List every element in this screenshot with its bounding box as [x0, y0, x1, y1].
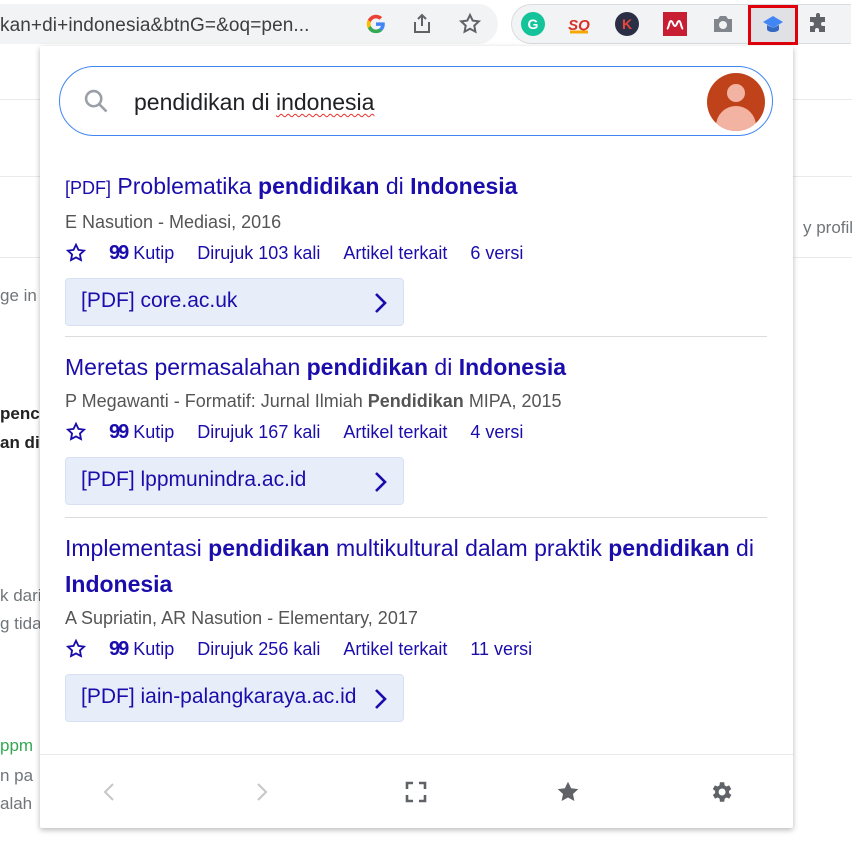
cite-button[interactable]: 99 Kutip [109, 638, 174, 661]
pdf-link-label: [PDF] lppmunindra.ac.id [81, 468, 307, 491]
bg-fragment: k dari [0, 586, 42, 605]
bookmark-star-icon[interactable] [458, 12, 482, 36]
cite-button[interactable]: 99 Kutip [109, 421, 174, 444]
result-divider [65, 517, 767, 518]
related-articles-link[interactable]: Artikel terkait [343, 639, 447, 660]
result-title[interactable]: Implementasi pendidikan multikultural da… [65, 530, 767, 602]
pdf-link-button[interactable]: [PDF] iain-palangkaraya.ac.id [65, 674, 404, 722]
cite-button[interactable]: 99 Kutip [109, 242, 174, 265]
save-star-icon[interactable] [65, 638, 87, 660]
bg-fragment: an di [0, 433, 40, 452]
pdf-link-label: [PDF] core.ac.uk [81, 289, 238, 312]
search-icon[interactable] [82, 87, 110, 120]
starred-icon[interactable] [553, 777, 583, 807]
k-icon[interactable]: K [614, 11, 640, 37]
related-articles-link[interactable]: Artikel terkait [343, 243, 447, 264]
scholar-cap-icon[interactable] [760, 11, 786, 37]
versions-link[interactable]: 4 versi [470, 422, 523, 443]
result-meta: E Nasution - Mediasi, 2016 [65, 212, 282, 232]
result-title[interactable]: [PDF] Problematika pendidikan di Indones… [65, 168, 767, 206]
settings-icon[interactable] [706, 777, 736, 807]
versions-link[interactable]: 11 versi [470, 639, 532, 660]
cited-by-link[interactable]: Dirujuk 103 kali [197, 243, 320, 264]
sq-icon[interactable]: SQ [566, 11, 592, 37]
result-meta: A Supriatin, AR Nasution - Elementary, 2… [65, 608, 418, 628]
bg-fragment: ppm [0, 736, 34, 755]
prev-icon[interactable] [94, 777, 124, 807]
versions-link[interactable]: 6 versi [470, 243, 523, 264]
chevron-right-icon [371, 687, 389, 716]
svg-text:K: K [622, 16, 632, 32]
chevron-right-icon [371, 470, 389, 499]
bg-fragment: y profile [803, 218, 852, 237]
cited-by-link[interactable]: Dirujuk 167 kali [197, 422, 320, 443]
bg-fragment: n pa [0, 766, 34, 785]
result-item: [PDF] Problematika pendidikan di Indones… [65, 168, 767, 326]
popup-footer [40, 754, 793, 828]
quote-icon: 99 [109, 420, 129, 443]
puzzle-icon[interactable] [806, 11, 832, 37]
result-item: Implementasi pendidikan multikultural da… [65, 530, 767, 722]
result-meta: P Megawanti - Formatif: Jurnal Ilmiah Pe… [65, 391, 562, 411]
grammarly-icon[interactable]: G [520, 11, 546, 37]
cited-by-link[interactable]: Dirujuk 256 kali [197, 639, 320, 660]
chevron-right-icon [371, 291, 389, 320]
pdf-link-button[interactable]: [PDF] lppmunindra.ac.id [65, 457, 404, 505]
bg-fragment: penc [0, 404, 40, 423]
active-extension-highlight [748, 5, 798, 45]
google-icon[interactable] [364, 12, 388, 36]
save-star-icon[interactable] [65, 242, 87, 264]
browser-toolbar: kan+di+indonesia&btnG=&oq=pen... G SQ K [0, 0, 852, 48]
search-query[interactable]: pendidikan di indonesia [134, 89, 374, 116]
bg-fragment: alah [0, 794, 33, 813]
save-star-icon[interactable] [65, 421, 87, 443]
quote-icon: 99 [109, 637, 129, 660]
result-item: Meretas permasalahan pendidikan di Indon… [65, 349, 767, 505]
share-icon[interactable] [410, 12, 434, 36]
pdf-link-label: [PDF] iain-palangkaraya.ac.id [81, 685, 357, 708]
next-icon[interactable] [247, 777, 277, 807]
scholar-popup: pendidikan di indonesia [PDF] Problemati… [40, 46, 793, 828]
url-text[interactable]: kan+di+indonesia&btnG=&oq=pen... [0, 15, 310, 37]
extensions-bar: G SQ K [511, 4, 851, 45]
camera-icon[interactable] [710, 11, 736, 37]
pdf-link-button[interactable]: [PDF] core.ac.uk [65, 278, 404, 326]
result-title[interactable]: Meretas permasalahan pendidikan di Indon… [65, 349, 767, 385]
result-actions: 99 Kutip Dirujuk 103 kali Artikel terkait… [65, 236, 767, 270]
result-divider [65, 336, 767, 337]
result-actions: 99 Kutip Dirujuk 256 kali Artikel terkait… [65, 632, 767, 666]
avatar[interactable] [707, 73, 765, 131]
quote-icon: 99 [109, 241, 129, 264]
mendeley-icon[interactable] [662, 11, 688, 37]
search-input[interactable]: pendidikan di indonesia [59, 66, 773, 136]
address-bar[interactable]: kan+di+indonesia&btnG=&oq=pen... [0, 4, 498, 44]
svg-text:G: G [528, 16, 539, 32]
related-articles-link[interactable]: Artikel terkait [343, 422, 447, 443]
result-actions: 99 Kutip Dirujuk 167 kali Artikel terkait… [65, 415, 767, 449]
bg-fragment: ge in [0, 286, 37, 305]
fullscreen-icon[interactable] [401, 777, 431, 807]
bg-fragment: g tida [0, 614, 42, 633]
